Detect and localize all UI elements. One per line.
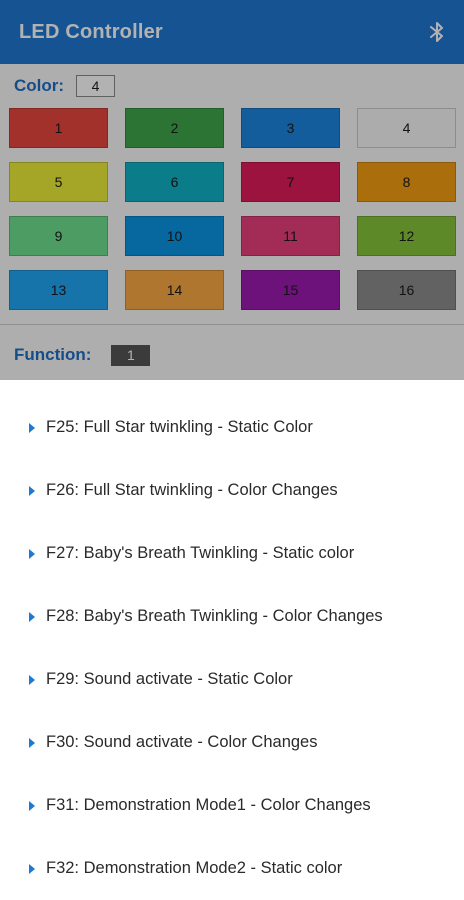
function-list-item[interactable]: F29: Sound activate - Static Color	[0, 648, 464, 711]
function-item-label: F30: Sound activate - Color Changes	[46, 733, 318, 751]
function-list-item[interactable]: F30: Sound activate - Color Changes	[0, 711, 464, 774]
caret-right-icon	[29, 863, 35, 874]
function-list-item[interactable]: F31: Demonstration Mode1 - Color Changes	[0, 774, 464, 837]
caret-right-icon	[29, 674, 35, 685]
function-bottom-sheet: F25: Full Star twinkling - Static Color F…	[0, 380, 464, 900]
function-list-item[interactable]: F25: Full Star twinkling - Static Color	[0, 396, 464, 459]
function-item-label: F32: Demonstration Mode2 - Static color	[46, 859, 343, 877]
function-list-item[interactable]: F28: Baby's Breath Twinkling - Color Cha…	[0, 585, 464, 648]
function-list-item[interactable]: F32: Demonstration Mode2 - Static color	[0, 837, 464, 900]
function-item-label: F26: Full Star twinkling - Color Changes	[46, 481, 338, 499]
function-item-label: F25: Full Star twinkling - Static Color	[46, 418, 313, 436]
caret-right-icon	[29, 611, 35, 622]
app-window: LED Controller Color: 4 1 2 3 4 5 6 7 8 9 10 11 12 1…	[0, 0, 464, 900]
caret-right-icon	[29, 485, 35, 496]
caret-right-icon	[29, 800, 35, 811]
function-list-item[interactable]: F27: Baby's Breath Twinkling - Static co…	[0, 522, 464, 585]
function-item-label: F29: Sound activate - Static Color	[46, 670, 293, 688]
caret-right-icon	[29, 548, 35, 559]
function-list: F25: Full Star twinkling - Static Color F…	[0, 380, 464, 900]
function-item-label: F31: Demonstration Mode1 - Color Changes	[46, 796, 371, 814]
function-item-label: F28: Baby's Breath Twinkling - Color Cha…	[46, 607, 383, 625]
function-list-item[interactable]: F26: Full Star twinkling - Color Changes	[0, 459, 464, 522]
caret-right-icon	[29, 737, 35, 748]
caret-right-icon	[29, 422, 35, 433]
function-item-label: F27: Baby's Breath Twinkling - Static co…	[46, 544, 355, 562]
modal-scrim[interactable]	[0, 0, 464, 380]
